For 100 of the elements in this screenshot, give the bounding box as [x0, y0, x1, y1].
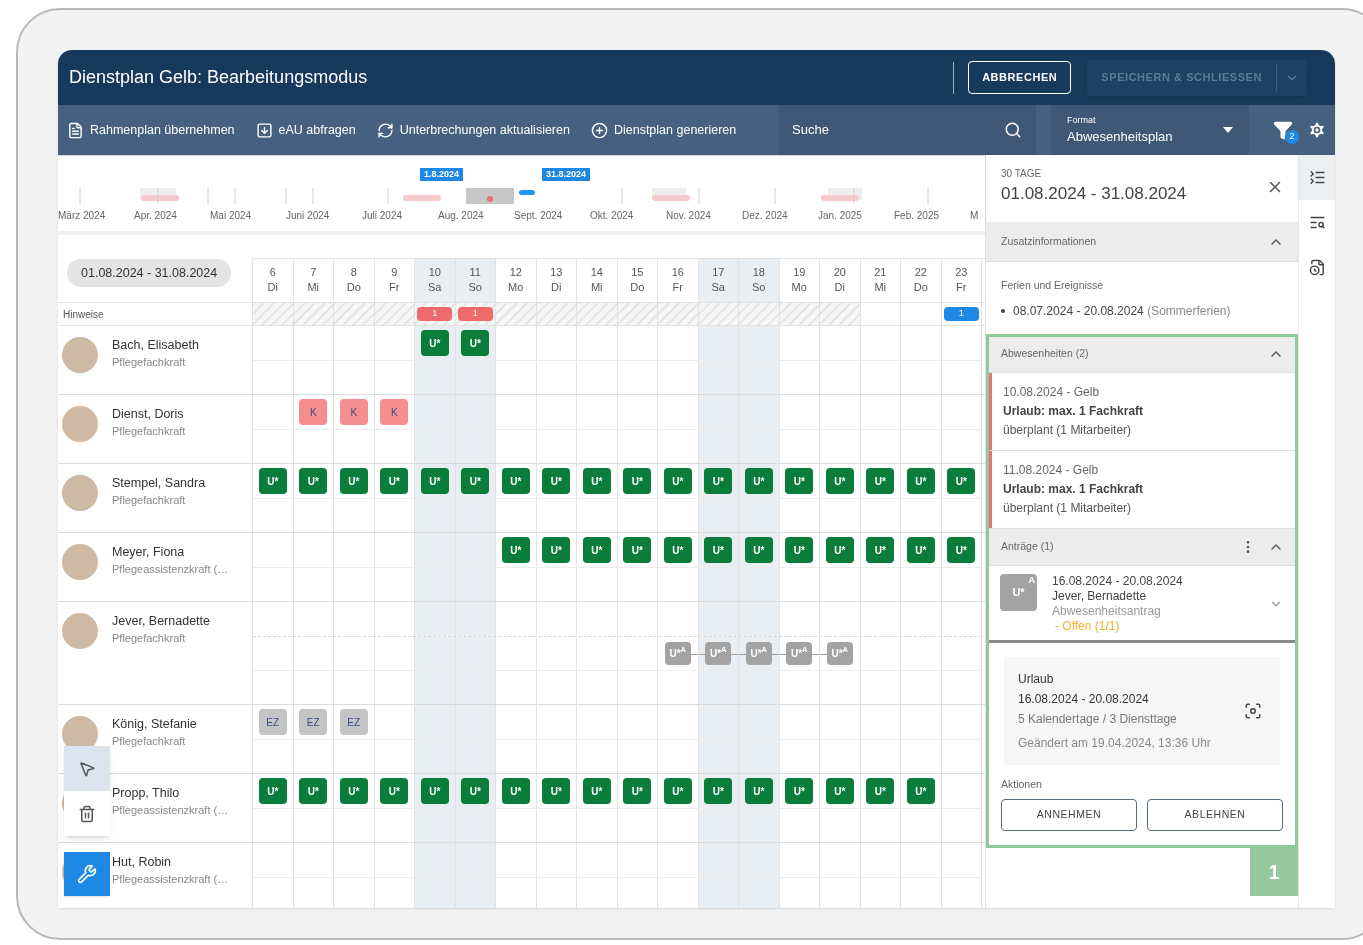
vacation-badge[interactable]: U* [582, 778, 611, 804]
vacation-badge[interactable]: U* [825, 468, 854, 494]
vacation-badge[interactable]: U* [785, 537, 814, 563]
settings-icon[interactable] [1307, 120, 1327, 140]
vacation-badge[interactable]: U* [744, 468, 773, 494]
vacation-badge[interactable]: U* [258, 778, 287, 804]
vacation-badge[interactable]: U* [339, 468, 368, 494]
search-field[interactable]: Suche [792, 120, 1004, 140]
focus-icon[interactable] [1244, 701, 1262, 720]
vacation-badge[interactable]: U* [501, 468, 530, 494]
vacation-badge[interactable]: U* [906, 537, 935, 563]
toolbar-button[interactable]: eAU abfragen [254, 120, 357, 140]
request-item[interactable]: U* A 16.08.2024 - 20.08.2024 Jever, Bernadette Abwesenheitsantrag - Offen (1/1) [989, 565, 1295, 643]
filter-icon[interactable] [1273, 120, 1293, 140]
vacation-badge[interactable]: U* [339, 778, 368, 804]
detail-title: Urlaub [1018, 670, 1055, 688]
vacation-badge[interactable]: U* [380, 778, 409, 804]
sick-badge[interactable]: K [299, 399, 328, 425]
vacation-badge[interactable]: U* [542, 778, 571, 804]
vacation-badge[interactable]: U* [825, 778, 854, 804]
vacation-badge[interactable]: U* [299, 778, 328, 804]
hint-badge[interactable]: 1 [417, 307, 453, 321]
vacation-badge[interactable]: U* [623, 537, 652, 563]
employee-role: Pflegefachkraft [112, 734, 187, 749]
vacation-badge[interactable]: U* [785, 468, 814, 494]
vacation-badge[interactable]: U* [501, 537, 530, 563]
vacation-badge[interactable]: U* [704, 778, 733, 804]
vacation-badge[interactable]: U* [461, 330, 490, 356]
vacation-badge[interactable]: U* [420, 468, 449, 494]
vacation-badge[interactable]: U* [542, 537, 571, 563]
tool-button[interactable] [64, 746, 110, 791]
month-label: Nov. 2024 [666, 209, 712, 223]
range-end-flag[interactable]: 31.8.2024 [542, 168, 591, 181]
absence-rule: Urlaub: max. 1 Fachkraft [1003, 480, 1144, 498]
section-header[interactable]: Abwesenheiten (2) [989, 336, 1295, 373]
day-header: 17 Sa [698, 259, 739, 302]
sick-badge[interactable]: K [339, 399, 368, 425]
vacation-badge[interactable]: U* [906, 468, 935, 494]
time-off-badge[interactable]: EZ [299, 709, 328, 735]
vacation-badge[interactable]: U* [501, 778, 530, 804]
month-label: Sept. 2024 [514, 209, 564, 223]
toolbar-button[interactable]: Dienstplan generieren [589, 120, 738, 140]
vacation-badge[interactable]: U* [947, 468, 976, 494]
search-bar[interactable]: Suche [778, 105, 1036, 155]
employee-role: Pflegeassistenzkraft (… [112, 562, 229, 577]
vacation-badge[interactable]: U* [744, 537, 773, 563]
vacation-badge[interactable]: U* [623, 778, 652, 804]
vacation-badge[interactable]: U* [663, 778, 692, 804]
vacation-badge[interactable]: U* [299, 468, 328, 494]
format-select[interactable]: Format Abwesenheitsplan [1051, 105, 1249, 155]
pointer-icon [78, 759, 96, 778]
toolbar-button[interactable]: Rahmenplan übernehmen [66, 120, 236, 140]
absence-status: überplant (1 Mitarbeiter) [1003, 421, 1133, 439]
time-off-badge[interactable]: EZ [339, 709, 368, 735]
vacation-badge[interactable]: U* [866, 537, 895, 563]
hint-badge[interactable]: 1 [943, 307, 979, 321]
vacation-badge[interactable]: U* [906, 778, 935, 804]
plus-circle-icon [590, 121, 608, 139]
vacation-badge[interactable]: U* [704, 468, 733, 494]
day-count: 30 TAGE [1001, 167, 1043, 181]
absence-date: 11.08.2024 - Gelb [1003, 461, 1100, 479]
employee-name: Stempel, Sandra [112, 475, 206, 492]
vacation-badge[interactable]: U* [866, 468, 895, 494]
tool-button[interactable] [64, 791, 110, 836]
window-title: Dienstplan Gelb: Bearbeitungsmodus [69, 66, 369, 89]
time-off-badge[interactable]: EZ [258, 709, 287, 735]
vacation-badge[interactable]: U* [420, 778, 449, 804]
vacation-badge[interactable]: U* [461, 778, 490, 804]
vacation-badge[interactable]: U* [825, 537, 854, 563]
select-label: Format [1067, 113, 1097, 127]
vacation-badge[interactable]: U* [663, 537, 692, 563]
toolbar-button[interactable]: Unterbrechungen aktualisieren [375, 120, 571, 140]
vacation-badge[interactable]: U* [461, 468, 490, 494]
vacation-badge[interactable]: U* [947, 537, 976, 563]
section-header[interactable]: Anträge (1) [989, 528, 1295, 566]
vacation-badge[interactable]: U* [582, 468, 611, 494]
vacation-badge[interactable]: U* [258, 468, 287, 494]
section-header[interactable]: Zusatzinformationen [986, 222, 1298, 262]
vacation-badge[interactable]: U* [420, 330, 449, 356]
vacation-badge[interactable]: U* [380, 468, 409, 494]
employee-role: Pflegefachkraft [112, 493, 187, 508]
search-icon[interactable] [1004, 121, 1022, 139]
tools-button[interactable] [64, 852, 110, 896]
vacation-badge[interactable]: U* [623, 468, 652, 494]
action-button[interactable]: ABLEHNEN [1147, 798, 1283, 831]
vacation-badge[interactable]: U* [542, 468, 571, 494]
vacation-badge[interactable]: U* [704, 537, 733, 563]
day-header: 18 So [739, 259, 780, 302]
vacation-badge[interactable]: U* [582, 537, 611, 563]
vacation-badge[interactable]: U* [663, 468, 692, 494]
employee-name: Jever, Bernadette [112, 613, 210, 630]
hint-badge[interactable]: 1 [457, 307, 493, 321]
sick-badge[interactable]: K [380, 399, 409, 425]
action-button[interactable]: ANNEHMEN [1001, 798, 1137, 831]
vacation-badge[interactable]: U* [866, 778, 895, 804]
vacation-badge[interactable]: U* [744, 778, 773, 804]
cancel-button[interactable]: ABBRECHEN [968, 61, 1072, 94]
vacation-badge[interactable]: U* [785, 778, 814, 804]
date-range-chip[interactable]: 01.08.2024 - 31.08.2024 [67, 259, 232, 287]
range-start-flag[interactable]: 1.8.2024 [420, 168, 464, 181]
